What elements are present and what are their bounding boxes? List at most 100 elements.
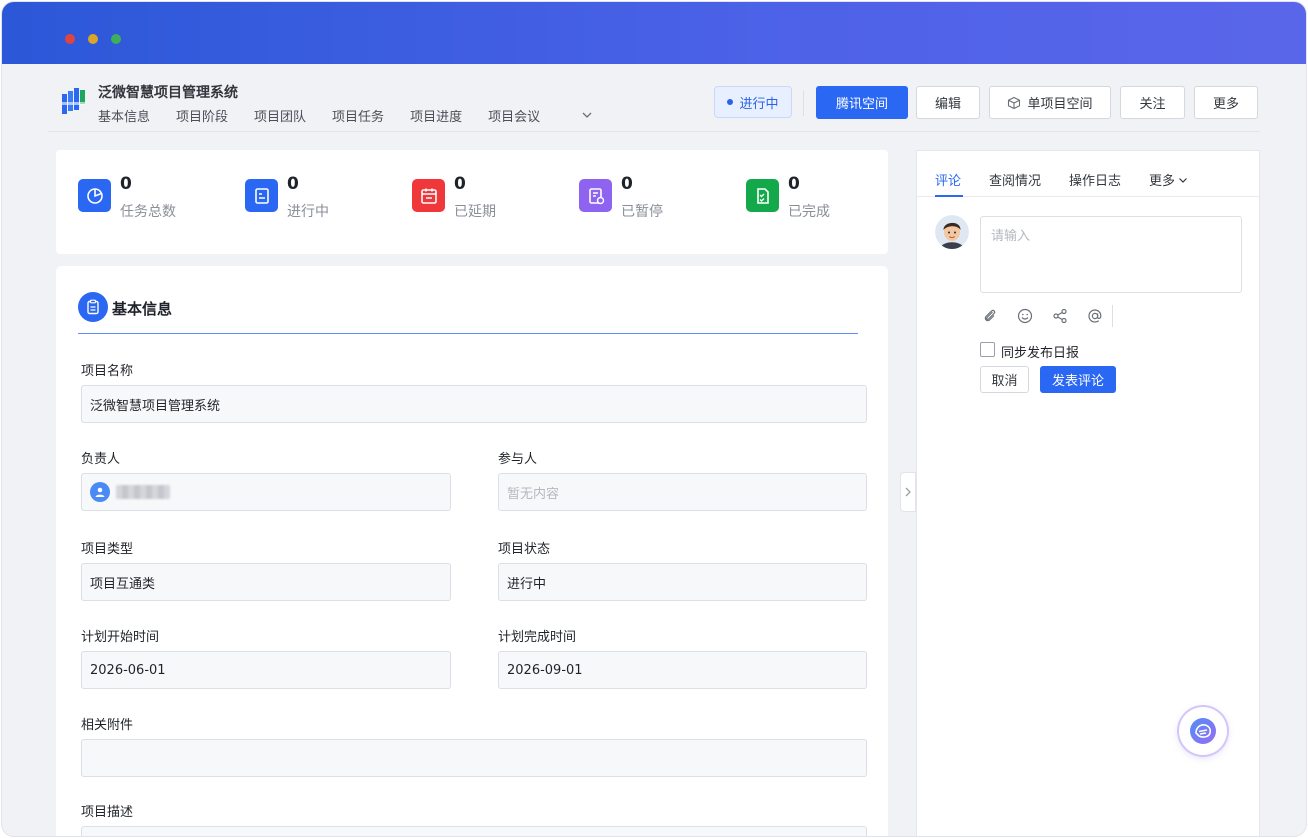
status-badge-label: 进行中 bbox=[739, 96, 779, 112]
plan-start-value: 2026-06-01 bbox=[90, 662, 166, 678]
stat-in-progress[interactable]: 0 进行中 bbox=[245, 174, 395, 224]
stat-label: 进行中 bbox=[287, 204, 329, 220]
smile-icon[interactable] bbox=[1016, 307, 1034, 325]
more-label: 更多 bbox=[1212, 97, 1239, 112]
follow-button[interactable]: 关注 bbox=[1120, 86, 1185, 119]
window-titlebar bbox=[2, 2, 1306, 64]
submit-comment-button[interactable]: 发表评论 bbox=[1040, 366, 1116, 393]
nav-project-team[interactable]: 项目团队 bbox=[254, 106, 306, 125]
tab-view-status[interactable]: 查阅情况 bbox=[989, 170, 1041, 189]
task-stats-card: 0 任务总数 0 进行中 0 已延期 0 已暂停 0 已完成 bbox=[56, 150, 888, 254]
nav-project-stages[interactable]: 项目阶段 bbox=[176, 106, 228, 125]
cancel-comment-button[interactable]: 取消 bbox=[980, 366, 1029, 393]
comment-input[interactable]: 请输入 bbox=[980, 216, 1242, 293]
stat-total-tasks[interactable]: 0 任务总数 bbox=[78, 174, 228, 224]
plan-start-label: 计划开始时间 bbox=[81, 630, 160, 645]
toolbar-separator bbox=[1112, 305, 1113, 327]
project-status-badge: 进行中 bbox=[714, 86, 792, 118]
more-button[interactable]: 更多 bbox=[1194, 86, 1258, 119]
project-status-field[interactable]: 进行中 bbox=[498, 563, 867, 601]
stat-label: 任务总数 bbox=[120, 204, 176, 220]
project-name-field[interactable]: 泛微智慧项目管理系统 bbox=[81, 385, 867, 423]
top-nav: 基本信息 项目阶段 项目团队 项目任务 项目进度 项目会议 bbox=[98, 106, 540, 125]
participants-placeholder: 暂无内容 bbox=[507, 486, 560, 502]
minimize-window-dot[interactable] bbox=[88, 34, 98, 44]
user-avatar-icon bbox=[90, 482, 110, 502]
project-status-label: 项目状态 bbox=[498, 542, 551, 557]
tab-comments[interactable]: 评论 bbox=[935, 170, 961, 189]
ai-assistant-button[interactable] bbox=[1179, 707, 1227, 755]
follow-label: 关注 bbox=[1139, 97, 1166, 112]
paused-document-icon bbox=[579, 179, 612, 212]
status-dot-icon bbox=[727, 99, 734, 105]
project-type-value: 项目互通类 bbox=[90, 576, 156, 592]
single-project-space-button[interactable]: 单项目空间 bbox=[989, 86, 1111, 119]
chevron-right-icon bbox=[905, 487, 911, 497]
stat-label: 已暂停 bbox=[621, 204, 663, 220]
edit-button[interactable]: 编辑 bbox=[916, 86, 980, 119]
nav-project-tasks[interactable]: 项目任务 bbox=[332, 106, 384, 125]
stat-value: 0 bbox=[788, 174, 800, 194]
participants-field[interactable]: 暂无内容 bbox=[498, 473, 867, 511]
tencent-space-button[interactable]: 腾讯空间 bbox=[816, 86, 908, 119]
tab-operation-log[interactable]: 操作日志 bbox=[1069, 170, 1121, 189]
panel-collapse-handle[interactable] bbox=[900, 472, 916, 512]
basic-info-card: 基本信息 项目名称 泛微智慧项目管理系统 负责人 参与人 暂无内容 项目类型 项… bbox=[56, 266, 888, 836]
nav-project-progress[interactable]: 项目进度 bbox=[410, 106, 462, 125]
side-panel-tabs: 评论 查阅情况 操作日志 更多 bbox=[917, 151, 1259, 197]
app-logo-icon bbox=[62, 88, 85, 114]
tab-more-label: 更多 bbox=[1149, 174, 1176, 189]
share-icon[interactable] bbox=[1051, 307, 1069, 325]
stat-label: 已完成 bbox=[788, 204, 830, 220]
at-icon[interactable] bbox=[1086, 307, 1104, 325]
nav-basic-info[interactable]: 基本信息 bbox=[98, 106, 150, 125]
single-project-space-label: 单项目空间 bbox=[1027, 97, 1093, 112]
owner-label: 负责人 bbox=[81, 452, 121, 467]
tab-more[interactable]: 更多 bbox=[1149, 170, 1189, 189]
project-name-value: 泛微智慧项目管理系统 bbox=[90, 398, 221, 414]
plan-end-field[interactable]: 2026-09-01 bbox=[498, 651, 867, 689]
stat-delayed[interactable]: 0 已延期 bbox=[412, 174, 562, 224]
nav-project-meetings[interactable]: 项目会议 bbox=[488, 106, 540, 125]
description-field[interactable] bbox=[81, 826, 867, 836]
clipboard-icon bbox=[78, 292, 108, 322]
participants-label: 参与人 bbox=[498, 452, 538, 467]
stat-label: 已延期 bbox=[454, 204, 496, 220]
project-name-label: 项目名称 bbox=[81, 364, 134, 379]
edit-label: 编辑 bbox=[934, 97, 961, 112]
project-status-value: 进行中 bbox=[507, 576, 547, 592]
stat-completed[interactable]: 0 已完成 bbox=[746, 174, 896, 224]
redacted-owner-name bbox=[116, 485, 170, 499]
calendar-icon bbox=[412, 179, 445, 212]
document-icon bbox=[245, 179, 278, 212]
stat-value: 0 bbox=[120, 174, 132, 194]
sync-daily-report-checkbox[interactable] bbox=[980, 342, 995, 357]
stat-value: 0 bbox=[287, 174, 299, 194]
owner-field[interactable] bbox=[81, 473, 451, 511]
stat-value: 0 bbox=[454, 174, 466, 194]
close-window-dot[interactable] bbox=[65, 34, 75, 44]
project-type-field[interactable]: 项目互通类 bbox=[81, 563, 451, 601]
header-divider bbox=[48, 131, 1260, 132]
project-type-label: 项目类型 bbox=[81, 542, 134, 557]
submit-comment-label: 发表评论 bbox=[1051, 374, 1104, 389]
attachments-field[interactable] bbox=[81, 739, 867, 777]
chevron-down-icon[interactable] bbox=[580, 108, 594, 122]
stat-paused[interactable]: 0 已暂停 bbox=[579, 174, 729, 224]
assistant-icon bbox=[1190, 718, 1216, 744]
comment-placeholder: 请输入 bbox=[991, 229, 1031, 244]
paperclip-icon[interactable] bbox=[981, 307, 999, 325]
plan-end-value: 2026-09-01 bbox=[507, 662, 583, 678]
attachments-label: 相关附件 bbox=[81, 718, 134, 733]
pie-chart-icon bbox=[78, 179, 111, 212]
app-window: 泛微智慧项目管理系统 基本信息 项目阶段 项目团队 项目任务 项目进度 项目会议… bbox=[2, 2, 1306, 836]
current-user-avatar bbox=[935, 215, 969, 249]
checklist-icon bbox=[746, 179, 779, 212]
cancel-comment-label: 取消 bbox=[991, 374, 1018, 389]
section-title: 基本信息 bbox=[112, 300, 173, 318]
active-tab-indicator bbox=[935, 195, 963, 197]
maximize-window-dot[interactable] bbox=[111, 34, 121, 44]
cube-icon bbox=[1008, 96, 1021, 109]
plan-start-field[interactable]: 2026-06-01 bbox=[81, 651, 451, 689]
chevron-down-icon bbox=[1179, 177, 1187, 183]
